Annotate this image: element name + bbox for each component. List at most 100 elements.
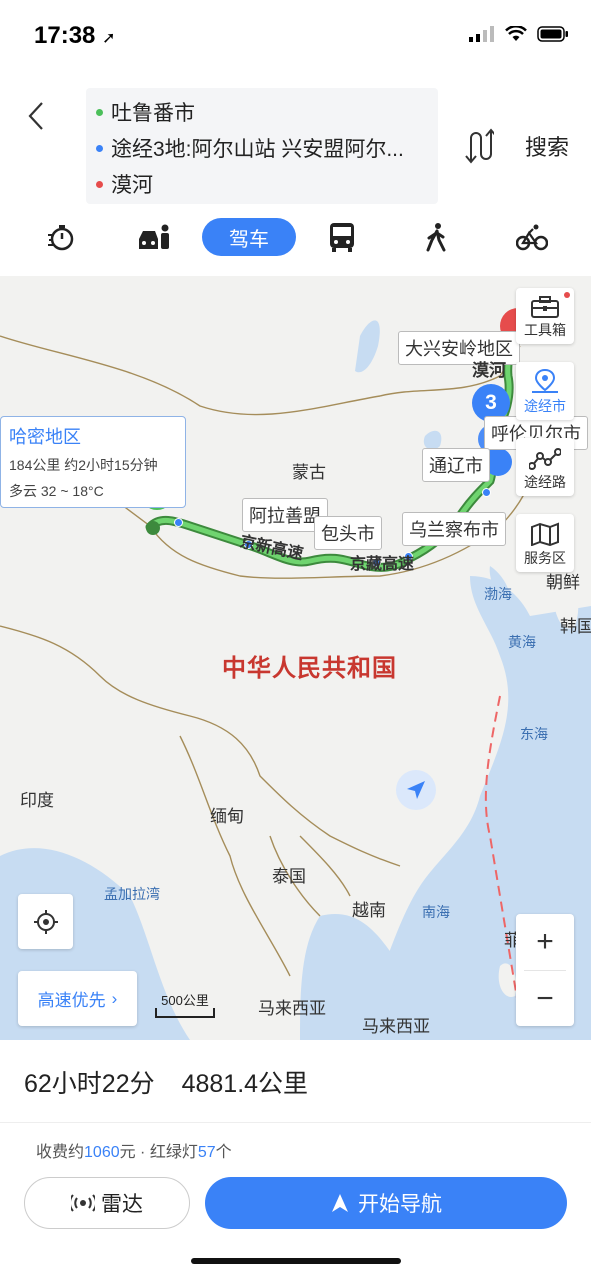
- radar-label: 雷达: [101, 1193, 143, 1216]
- via-dot-icon: [96, 144, 103, 152]
- info-card-weather: 多云 32 ~ 18°C: [9, 483, 104, 499]
- toolbox-button[interactable]: 工具箱: [516, 288, 574, 344]
- info-card-distance: 184公里 约2小时15分钟: [9, 457, 158, 473]
- tab-drive[interactable]: 驾车: [202, 218, 296, 256]
- city-tag-ulanqab[interactable]: 乌兰察布市: [402, 512, 506, 546]
- sea-label-nanhai: 南海: [422, 904, 450, 920]
- signal-icon: [469, 26, 494, 42]
- info-card-title: 哈密地区: [9, 427, 81, 447]
- route-nodes-icon: [529, 448, 561, 470]
- tab-taxi-time[interactable]: [44, 218, 78, 256]
- folded-map-icon: [531, 522, 559, 546]
- home-indicator: [191, 1258, 401, 1264]
- car-person-icon: [139, 224, 169, 249]
- road-name-jingzang: 京藏高速: [350, 556, 415, 573]
- route-distance: 4881.4公里: [181, 1070, 309, 1098]
- wifi-icon: [505, 26, 527, 41]
- waypoint-city-label: 途经市: [524, 398, 566, 414]
- route-fee-info: 收费约1060元 · 红绿灯57个: [36, 1144, 232, 1161]
- sea-label-huanghai: 黄海: [508, 634, 536, 650]
- locate-button[interactable]: [18, 894, 73, 949]
- route-waypoint: [482, 488, 491, 497]
- chevron-left-icon: [28, 102, 43, 130]
- tab-ride-hailing[interactable]: [136, 218, 172, 256]
- route-waypoint: [174, 518, 183, 527]
- map-label-mohe: 漠河: [472, 361, 506, 380]
- transport-tabs: 驾车: [0, 218, 591, 262]
- route-header: 吐鲁番市 途经3地:阿尔山站 兴安盟阿尔... 漠河 搜索: [0, 84, 591, 208]
- current-location-marker: [396, 770, 436, 810]
- map-label-mongolia: 蒙古: [292, 463, 326, 482]
- route-summary-panel: 62小时22分 4881.4公里 收费约1060元 · 红绿灯57个 雷达 开始…: [0, 1040, 591, 1280]
- toolbox-icon: [531, 296, 559, 318]
- minus-icon: −: [536, 982, 554, 1015]
- back-button[interactable]: [18, 98, 54, 134]
- start-navigation-label: 开始导航: [358, 1193, 442, 1216]
- status-bar: 17:38 ➚: [0, 0, 591, 76]
- waypoint-info-card[interactable]: 哈密地区 184公里 约2小时15分钟 多云 32 ~ 18°C: [0, 416, 186, 508]
- sea-label-bohai: 渤海: [484, 586, 512, 602]
- map-view[interactable]: 起 3 大兴安岭地区 漠河 呼伦贝尔市 通辽市 阿拉善盟 包头市 乌兰察布市 京…: [0, 276, 591, 1040]
- tab-bus[interactable]: [328, 218, 356, 256]
- navigation-arrow-icon: [407, 781, 425, 799]
- map-label-china: 中华人民共和国: [222, 655, 397, 682]
- zoom-in-button[interactable]: +: [516, 914, 574, 970]
- map-scale-label: 500公里: [161, 993, 209, 1008]
- map-label-south-korea: 韩国: [560, 617, 591, 636]
- route-duration: 62小时22分: [24, 1070, 155, 1098]
- radar-button[interactable]: 雷达: [24, 1177, 190, 1229]
- toll-amount: 1060: [84, 1144, 120, 1161]
- battery-icon: [537, 26, 568, 42]
- map-label-myanmar: 缅甸: [210, 807, 244, 826]
- waypoint-road-label: 途经路: [524, 474, 566, 490]
- start-navigation-button[interactable]: 开始导航: [205, 1177, 567, 1229]
- tab-walk[interactable]: [424, 218, 448, 256]
- route-box[interactable]: 吐鲁番市 途经3地:阿尔山站 兴安盟阿尔... 漠河: [86, 88, 438, 204]
- waypoint-city-button[interactable]: 途经市: [516, 362, 574, 420]
- map-pin-icon: [532, 368, 558, 393]
- zoom-controls: + −: [516, 914, 574, 1026]
- route-preference-button[interactable]: 高速优先 ›: [18, 971, 137, 1026]
- search-button[interactable]: 搜索: [525, 130, 569, 162]
- map-label-malaysia-1: 马来西亚: [258, 999, 326, 1018]
- city-tag-baotou[interactable]: 包头市: [314, 516, 382, 550]
- tab-cycle[interactable]: [516, 218, 548, 256]
- start-dot-icon: [96, 108, 103, 116]
- route-summary[interactable]: 62小时22分 4881.4公里: [24, 1064, 328, 1100]
- waypoint-road-button[interactable]: 途经路: [516, 438, 574, 496]
- zoom-out-button[interactable]: −: [516, 971, 574, 1027]
- toolbox-badge: [564, 292, 570, 298]
- service-area-button[interactable]: 服务区: [516, 514, 574, 572]
- status-icons: [469, 26, 569, 42]
- sea-label-donghai: 东海: [520, 726, 548, 742]
- navigation-arrow-icon: [332, 1194, 348, 1212]
- map-label-malaysia-2: 马来西亚: [362, 1017, 430, 1036]
- start-marker-pin: [146, 521, 160, 535]
- toolbox-label: 工具箱: [524, 322, 566, 338]
- map-label-india: 印度: [20, 791, 54, 810]
- service-area-label: 服务区: [524, 550, 566, 566]
- city-tag-tongliao[interactable]: 通辽市: [422, 448, 490, 482]
- radar-icon: [71, 1194, 95, 1212]
- map-label-vietnam: 越南: [352, 901, 386, 920]
- route-via[interactable]: 途经3地:阿尔山站 兴安盟阿尔...: [96, 130, 428, 166]
- route-end[interactable]: 漠河: [96, 166, 428, 202]
- bus-icon: [330, 223, 354, 252]
- bicycle-icon: [516, 224, 548, 251]
- walk-icon: [426, 223, 446, 252]
- chevron-right-icon: ›: [111, 988, 118, 1008]
- traffic-light-count: 57: [197, 1144, 216, 1161]
- sea-label-bengal: 孟加拉湾: [104, 886, 160, 902]
- map-scale-bar: [155, 1008, 215, 1018]
- map-scale: 500公里: [155, 990, 215, 1018]
- end-dot-icon: [96, 180, 103, 188]
- map-label-thailand: 泰国: [272, 867, 306, 886]
- swap-icon: [465, 128, 497, 164]
- status-time: 17:38 ➚: [34, 22, 116, 49]
- location-arrow-icon: ➚: [102, 30, 116, 47]
- plus-icon: +: [536, 925, 554, 958]
- route-preference-label: 高速优先: [37, 991, 106, 1010]
- locate-target-icon: [33, 909, 58, 934]
- swap-route-button[interactable]: [462, 128, 497, 164]
- route-start[interactable]: 吐鲁番市: [96, 94, 428, 130]
